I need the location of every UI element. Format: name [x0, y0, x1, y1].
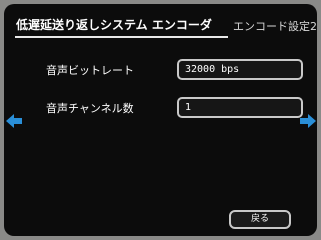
arrow-right-icon[interactable]: [300, 113, 316, 129]
page-title: 低遅延送り返しシステム エンコーダ: [16, 18, 212, 32]
device-screen: 低遅延送り返しシステム エンコーダ エンコード設定2 音声ビットレート 3200…: [4, 4, 317, 236]
header: 低遅延送り返しシステム エンコーダ エンコード設定2: [4, 4, 317, 42]
title-underline: [15, 36, 228, 38]
back-button[interactable]: 戻る: [229, 210, 291, 229]
screen-label: エンコード設定2: [233, 20, 317, 33]
audio-bitrate-label: 音声ビットレート: [46, 64, 134, 77]
arrow-left-icon[interactable]: [6, 113, 22, 129]
audio-channels-label: 音声チャンネル数: [46, 102, 134, 115]
audio-bitrate-field[interactable]: 32000 bps: [177, 59, 303, 80]
audio-channels-field[interactable]: 1: [177, 97, 303, 118]
